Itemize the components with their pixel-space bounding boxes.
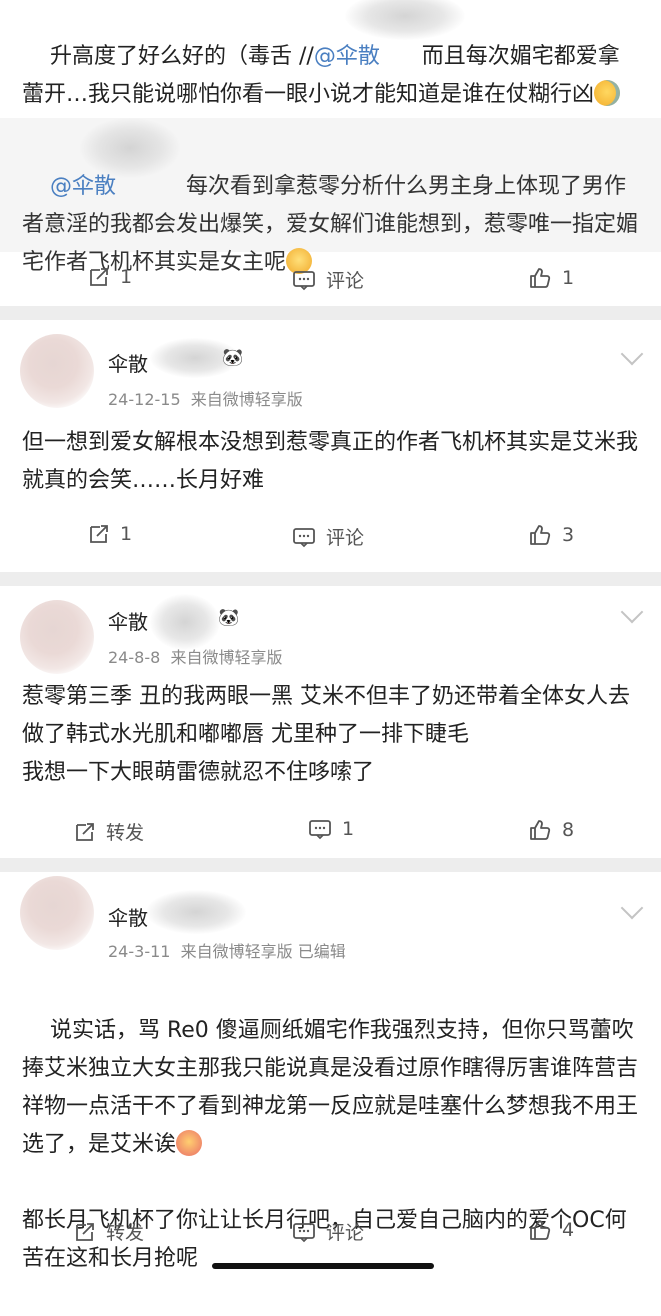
top-post-actions: 1 评论 1 [0,252,661,306]
like-button[interactable]: 8 [528,818,574,842]
comment-icon [293,270,315,290]
comment-icon [309,820,331,840]
comment-icon [293,527,315,547]
post-meta: 24-12-15 来自微博轻享版 [108,390,303,409]
chevron-down-icon[interactable] [620,600,644,624]
username[interactable]: 伞散 [108,902,148,931]
panda-icon: 🐼 [222,348,244,368]
repost-icon [90,525,108,543]
mention-link[interactable]: @伞散 [314,44,380,69]
comment-card: 伞散 🐼 24-8-8 来自微博轻享版 惹零第三季 丑的我两眼一黑 艾米不但丰了… [0,586,661,858]
comment-button[interactable]: 评论 [292,1218,364,1245]
like-icon [530,1220,551,1240]
love-face-icon [176,1130,203,1156]
chevron-down-icon[interactable] [620,896,644,920]
post-meta: 24-8-8 来自微博轻享版 [108,648,283,667]
like-button[interactable]: 3 [528,523,574,547]
like-icon [530,268,551,288]
repost-icon [76,1222,94,1241]
redacted-blur [150,594,220,650]
comment-text: 惹零第三季 丑的我两眼一黑 艾米不但丰了奶还带着全体女人去做了韩式水光肌和嘟嘟唇… [22,684,630,785]
avatar[interactable] [20,334,94,408]
comment-button[interactable]: 1 [308,818,354,840]
like-icon [530,525,551,545]
avatar[interactable] [20,600,94,674]
repost-button[interactable]: 1 [88,523,132,545]
home-indicator[interactable] [212,1263,434,1269]
avatar[interactable] [20,876,94,950]
comment-card: 伞散 24-3-11 来自微博轻享版 已编辑 说实话，骂 Re0 傻逼厕纸媚宅作… [0,872,661,1271]
comment-text: 但一想到爱女解根本没想到惹零真正的作者飞机杯其实是艾米我就真的会笑……长月好难 [22,430,639,493]
repost-button[interactable]: 转发 [74,1218,144,1245]
comment-button[interactable]: 评论 [292,523,364,550]
username[interactable]: 伞散 [108,348,148,377]
quoted-post[interactable]: @伞散 每次看到拿惹零分析什么男主身上体现了男作者意淫的我都会发出爆笑，爱女解们… [0,118,661,275]
top-post: 升高度了好么好的（毒舌 //@伞散 而且每次媚宅都爱拿蕾开…我只能说哪怕你看一眼… [0,0,661,112]
redacted-blur [80,118,180,178]
comment-card: 伞散 🐼 24-12-15 来自微博轻享版 但一想到爱女解根本没想到惹零真正的作… [0,320,661,572]
mention-link[interactable]: @伞散 [50,174,116,199]
post-meta: 24-3-11 来自微博轻享版 已编辑 [108,942,346,961]
divider [0,858,661,872]
cry-laugh-icon [594,80,621,106]
panda-icon: 🐼 [218,608,240,628]
comment-icon [293,1222,315,1242]
repost-icon [90,268,108,286]
redacted-blur [146,890,246,934]
repost-icon [76,822,94,841]
repost-button[interactable]: 1 [88,266,132,288]
like-icon [530,820,551,840]
chevron-down-icon[interactable] [620,342,644,366]
divider [0,572,661,586]
like-button[interactable]: 4 [528,1218,574,1242]
comment-button[interactable]: 评论 [292,266,364,293]
username[interactable]: 伞散 [108,606,148,635]
divider [0,306,661,320]
like-button[interactable]: 1 [528,266,574,290]
repost-button[interactable]: 转发 [74,818,144,845]
